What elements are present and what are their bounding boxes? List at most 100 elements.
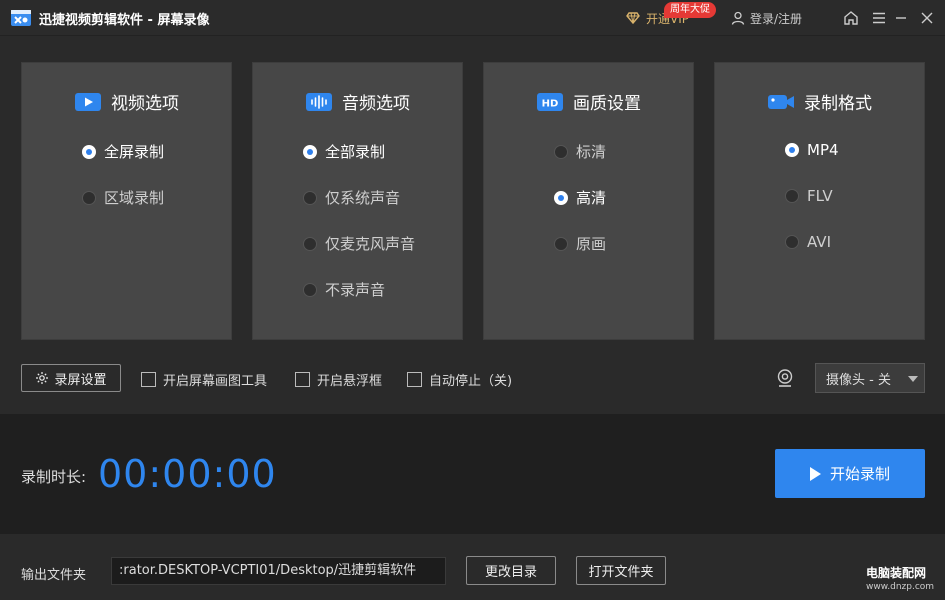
open-folder-button[interactable]: 打开文件夹 — [576, 556, 666, 585]
option-avi[interactable]: AVI — [785, 233, 831, 251]
checkbox-floating-window[interactable]: 开启悬浮框 — [295, 370, 382, 389]
output-path-field[interactable]: :rator.DESKTOP-VCPTI01/Desktop/迅捷剪辑软件 — [111, 557, 446, 585]
change-directory-button[interactable]: 更改目录 — [466, 556, 556, 585]
quality-settings-panel: HD 画质设置 标清 高清 原画 — [483, 62, 694, 340]
checkbox-box[interactable] — [295, 372, 310, 387]
record-settings-button[interactable]: 录屏设置 — [21, 364, 121, 392]
chevron-down-icon — [908, 376, 918, 382]
title-bar: 迅捷视频剪辑软件 - 屏幕录像 开通VIP 周年大促 登录/注册 — [0, 0, 945, 36]
record-format-panel: 录制格式 MP4 FLV AVI — [714, 62, 925, 340]
minimize-icon — [896, 17, 906, 19]
panel-header: HD 画质设置 — [484, 89, 693, 114]
checkbox-label: 自动停止（关) — [429, 374, 513, 389]
option-label: 原画 — [576, 235, 607, 253]
radio-button[interactable] — [82, 190, 96, 205]
panel-header: 录制格式 — [715, 89, 924, 114]
watermark-url: www.dnzp.com — [866, 582, 935, 592]
watermark-name: 电脑装配网 — [866, 566, 927, 580]
output-folder-label: 输出文件夹 — [21, 568, 87, 583]
radio-button[interactable] — [785, 235, 799, 249]
gear-icon — [36, 372, 49, 384]
option-label: 仅系统声音 — [325, 189, 401, 207]
checkbox-box[interactable] — [141, 372, 156, 387]
video-icon — [75, 92, 101, 111]
checkbox-drawing-tool[interactable]: 开启屏幕画图工具 — [141, 370, 267, 389]
radio-button[interactable] — [785, 143, 799, 157]
option-hd[interactable]: 高清 — [554, 187, 606, 208]
radio-button[interactable] — [303, 190, 317, 205]
option-mp4[interactable]: MP4 — [785, 141, 839, 159]
home-icon — [844, 11, 858, 25]
option-original[interactable]: 原画 — [554, 233, 606, 254]
radio-button[interactable] — [554, 190, 568, 205]
video-options-panel: 视频选项 全屏录制 区域录制 — [21, 62, 232, 340]
radio-button[interactable] — [82, 144, 96, 159]
panel-title: 录制格式 — [804, 94, 872, 114]
radio-button[interactable] — [303, 282, 317, 297]
option-fullscreen[interactable]: 全屏录制 — [82, 141, 164, 162]
start-recording-button[interactable]: 开始录制 — [775, 449, 925, 498]
app-logo-icon — [11, 10, 31, 26]
radio-button[interactable] — [303, 236, 317, 251]
option-region[interactable]: 区域录制 — [82, 187, 164, 208]
camera-select-value: 摄像头 - 关 — [826, 372, 891, 388]
option-label: 区域录制 — [104, 189, 165, 207]
checkbox-auto-stop[interactable]: 自动停止（关) — [407, 370, 512, 389]
radio-button[interactable] — [554, 236, 568, 251]
user-icon — [731, 11, 745, 25]
camera-video-icon — [768, 94, 794, 109]
radio-button[interactable] — [785, 189, 799, 203]
hd-icon: HD — [537, 92, 563, 111]
option-label: AVI — [807, 233, 831, 251]
promo-badge: 周年大促 — [664, 2, 716, 18]
option-label: MP4 — [807, 141, 839, 159]
option-flv[interactable]: FLV — [785, 187, 833, 205]
home-button[interactable] — [842, 9, 860, 27]
start-recording-label: 开始录制 — [829, 465, 890, 483]
audio-wave-icon — [306, 92, 332, 111]
option-sd[interactable]: 标清 — [554, 141, 606, 162]
play-icon — [809, 466, 821, 481]
option-label: 高清 — [576, 189, 607, 207]
menu-icon — [873, 12, 885, 24]
panel-header: 音频选项 — [253, 89, 462, 114]
radio-button[interactable] — [554, 144, 568, 159]
option-all-audio[interactable]: 全部录制 — [303, 141, 385, 162]
radio-button[interactable] — [303, 144, 317, 159]
recording-area: 录制时长: 00:00:00 开始录制 — [0, 414, 945, 534]
open-folder-label: 打开文件夹 — [588, 565, 654, 580]
webcam-icon — [777, 369, 793, 387]
change-directory-label: 更改目录 — [484, 565, 537, 580]
option-system-audio[interactable]: 仅系统声音 — [303, 187, 400, 208]
option-label: 全屏录制 — [104, 143, 165, 161]
option-label: 全部录制 — [325, 143, 386, 161]
duration-label: 录制时长: — [21, 468, 87, 486]
recording-timer: 00:00:00 — [98, 452, 277, 496]
camera-select[interactable]: 摄像头 - 关 — [815, 363, 925, 393]
checkbox-label: 开启悬浮框 — [317, 374, 383, 389]
app-title: 迅捷视频剪辑软件 - 屏幕录像 — [39, 13, 210, 28]
close-button[interactable] — [918, 9, 936, 27]
output-bar: 输出文件夹 :rator.DESKTOP-VCPTI01/Desktop/迅捷剪… — [0, 534, 945, 600]
record-settings-label: 录屏设置 — [54, 372, 107, 388]
minimize-button[interactable] — [892, 9, 910, 27]
option-label: 不录声音 — [325, 281, 386, 299]
panel-title: 画质设置 — [573, 94, 641, 114]
checkbox-label: 开启屏幕画图工具 — [163, 374, 268, 389]
checkbox-box[interactable] — [407, 372, 422, 387]
audio-options-panel: 音频选项 全部录制 仅系统声音 仅麦克风声音 不录声音 — [252, 62, 463, 340]
hd-icon-text: HD — [542, 98, 559, 109]
close-icon — [921, 12, 933, 24]
option-label: 标清 — [576, 143, 607, 161]
login-label: 登录/注册 — [750, 11, 803, 26]
panel-title: 音频选项 — [342, 94, 410, 114]
option-label: FLV — [807, 187, 833, 205]
panel-header: 视频选项 — [22, 89, 231, 114]
diamond-icon — [626, 12, 640, 25]
menu-button[interactable] — [870, 9, 888, 27]
option-label: 仅麦克风声音 — [325, 235, 416, 253]
login-button[interactable]: 登录/注册 — [731, 9, 802, 27]
option-mic-audio[interactable]: 仅麦克风声音 — [303, 233, 415, 254]
option-no-audio[interactable]: 不录声音 — [303, 279, 385, 300]
panel-title: 视频选项 — [111, 94, 179, 114]
